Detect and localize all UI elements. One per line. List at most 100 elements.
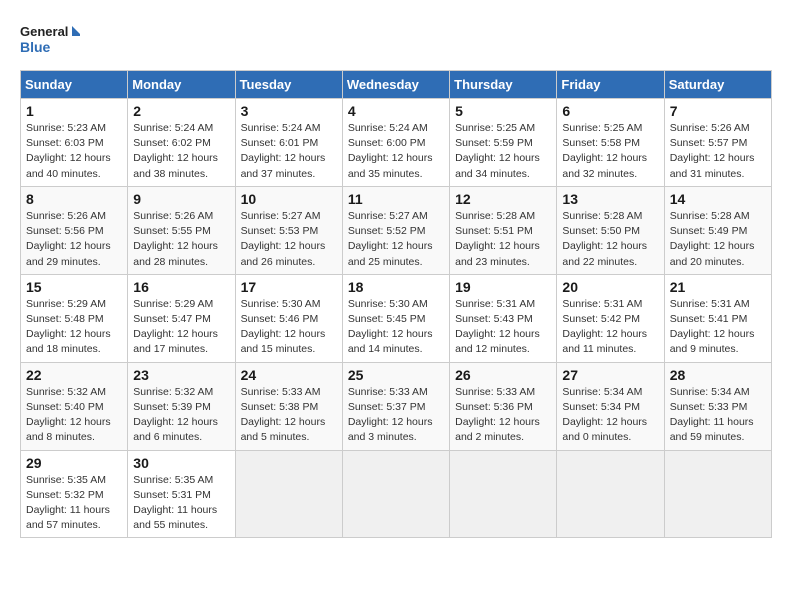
calendar-cell: 5 Sunrise: 5:25 AM Sunset: 5:59 PM Daylig… [450,99,557,187]
day-number: 8 [26,191,122,207]
day-number: 17 [241,279,337,295]
day-info: Sunrise: 5:33 AM Sunset: 5:37 PM Dayligh… [348,385,444,446]
calendar-cell [557,450,664,538]
day-info: Sunrise: 5:25 AM Sunset: 5:58 PM Dayligh… [562,121,658,182]
day-info: Sunrise: 5:34 AM Sunset: 5:34 PM Dayligh… [562,385,658,446]
calendar-week-row: 29 Sunrise: 5:35 AM Sunset: 5:32 PM Dayli… [21,450,772,538]
day-number: 9 [133,191,229,207]
weekday-header-saturday: Saturday [664,71,771,99]
day-number: 12 [455,191,551,207]
calendar-cell: 20 Sunrise: 5:31 AM Sunset: 5:42 PM Dayli… [557,274,664,362]
day-number: 29 [26,455,122,471]
day-number: 16 [133,279,229,295]
calendar-cell: 18Sunrise: 5:30 AM Sunset: 5:45 PM Dayli… [342,274,449,362]
calendar-week-row: 15 Sunrise: 5:29 AM Sunset: 5:48 PM Dayli… [21,274,772,362]
day-number: 20 [562,279,658,295]
day-info: Sunrise: 5:32 AM Sunset: 5:39 PM Dayligh… [133,385,229,446]
calendar-cell: 19Sunrise: 5:31 AM Sunset: 5:43 PM Dayli… [450,274,557,362]
day-info: Sunrise: 5:35 AM Sunset: 5:32 PM Dayligh… [26,473,122,534]
calendar-cell [664,450,771,538]
day-number: 4 [348,103,444,119]
calendar-cell: 29 Sunrise: 5:35 AM Sunset: 5:32 PM Dayli… [21,450,128,538]
day-number: 22 [26,367,122,383]
day-info: Sunrise: 5:29 AM Sunset: 5:48 PM Dayligh… [26,297,122,358]
page-header: General Blue [20,20,772,60]
day-number: 6 [562,103,658,119]
day-number: 10 [241,191,337,207]
day-number: 5 [455,103,551,119]
calendar-cell: 14 Sunrise: 5:28 AM Sunset: 5:49 PM Dayli… [664,186,771,274]
calendar-cell: 3 Sunrise: 5:24 AM Sunset: 6:01 PM Daylig… [235,99,342,187]
day-info: Sunrise: 5:24 AM Sunset: 6:01 PM Dayligh… [241,121,337,182]
calendar-cell: 27Sunrise: 5:34 AM Sunset: 5:34 PM Dayli… [557,362,664,450]
calendar-cell: 21 Sunrise: 5:31 AM Sunset: 5:41 PM Dayli… [664,274,771,362]
calendar-cell: 28 Sunrise: 5:34 AM Sunset: 5:33 PM Dayli… [664,362,771,450]
day-number: 3 [241,103,337,119]
calendar-cell: 10 Sunrise: 5:27 AM Sunset: 5:53 PM Dayli… [235,186,342,274]
calendar-cell: 24 Sunrise: 5:33 AM Sunset: 5:38 PM Dayli… [235,362,342,450]
svg-text:Blue: Blue [20,39,51,55]
day-info: Sunrise: 5:27 AM Sunset: 5:53 PM Dayligh… [241,209,337,270]
day-number: 26 [455,367,551,383]
weekday-header-row: SundayMondayTuesdayWednesdayThursdayFrid… [21,71,772,99]
day-info: Sunrise: 5:29 AM Sunset: 5:47 PM Dayligh… [133,297,229,358]
calendar-cell: 13 Sunrise: 5:28 AM Sunset: 5:50 PM Dayli… [557,186,664,274]
day-info: Sunrise: 5:32 AM Sunset: 5:40 PM Dayligh… [26,385,122,446]
day-number: 18 [348,279,444,295]
day-number: 14 [670,191,766,207]
calendar-week-row: 8 Sunrise: 5:26 AM Sunset: 5:56 PM Daylig… [21,186,772,274]
day-info: Sunrise: 5:31 AM Sunset: 5:43 PM Dayligh… [455,297,551,358]
calendar-cell: 16 Sunrise: 5:29 AM Sunset: 5:47 PM Dayli… [128,274,235,362]
day-info: Sunrise: 5:30 AM Sunset: 5:46 PM Dayligh… [241,297,337,358]
day-number: 13 [562,191,658,207]
day-info: Sunrise: 5:27 AM Sunset: 5:52 PM Dayligh… [348,209,444,270]
calendar-cell [342,450,449,538]
day-number: 11 [348,191,444,207]
calendar-cell: 11 Sunrise: 5:27 AM Sunset: 5:52 PM Dayli… [342,186,449,274]
day-number: 7 [670,103,766,119]
day-info: Sunrise: 5:26 AM Sunset: 5:56 PM Dayligh… [26,209,122,270]
calendar-cell: 1Sunrise: 5:23 AM Sunset: 6:03 PM Daylig… [21,99,128,187]
calendar-week-row: 22 Sunrise: 5:32 AM Sunset: 5:40 PM Dayli… [21,362,772,450]
calendar-week-row: 1Sunrise: 5:23 AM Sunset: 6:03 PM Daylig… [21,99,772,187]
weekday-header-thursday: Thursday [450,71,557,99]
logo: General Blue [20,20,80,60]
calendar-cell: 9 Sunrise: 5:26 AM Sunset: 5:55 PM Daylig… [128,186,235,274]
day-info: Sunrise: 5:33 AM Sunset: 5:38 PM Dayligh… [241,385,337,446]
day-info: Sunrise: 5:24 AM Sunset: 6:00 PM Dayligh… [348,121,444,182]
day-info: Sunrise: 5:35 AM Sunset: 5:31 PM Dayligh… [133,473,229,534]
day-number: 28 [670,367,766,383]
calendar-cell: 23 Sunrise: 5:32 AM Sunset: 5:39 PM Dayli… [128,362,235,450]
day-info: Sunrise: 5:28 AM Sunset: 5:50 PM Dayligh… [562,209,658,270]
calendar-cell: 22 Sunrise: 5:32 AM Sunset: 5:40 PM Dayli… [21,362,128,450]
calendar-cell: 12 Sunrise: 5:28 AM Sunset: 5:51 PM Dayli… [450,186,557,274]
day-info: Sunrise: 5:26 AM Sunset: 5:55 PM Dayligh… [133,209,229,270]
day-number: 25 [348,367,444,383]
calendar-cell: 6 Sunrise: 5:25 AM Sunset: 5:58 PM Daylig… [557,99,664,187]
day-info: Sunrise: 5:26 AM Sunset: 5:57 PM Dayligh… [670,121,766,182]
weekday-header-friday: Friday [557,71,664,99]
calendar-cell: 17 Sunrise: 5:30 AM Sunset: 5:46 PM Dayli… [235,274,342,362]
day-number: 21 [670,279,766,295]
calendar-cell: 7 Sunrise: 5:26 AM Sunset: 5:57 PM Daylig… [664,99,771,187]
day-info: Sunrise: 5:34 AM Sunset: 5:33 PM Dayligh… [670,385,766,446]
calendar-cell: 15 Sunrise: 5:29 AM Sunset: 5:48 PM Dayli… [21,274,128,362]
weekday-header-tuesday: Tuesday [235,71,342,99]
day-info: Sunrise: 5:33 AM Sunset: 5:36 PM Dayligh… [455,385,551,446]
day-info: Sunrise: 5:31 AM Sunset: 5:42 PM Dayligh… [562,297,658,358]
day-info: Sunrise: 5:28 AM Sunset: 5:49 PM Dayligh… [670,209,766,270]
calendar-table: SundayMondayTuesdayWednesdayThursdayFrid… [20,70,772,538]
day-number: 15 [26,279,122,295]
day-info: Sunrise: 5:28 AM Sunset: 5:51 PM Dayligh… [455,209,551,270]
logo-svg: General Blue [20,20,80,60]
weekday-header-wednesday: Wednesday [342,71,449,99]
day-number: 30 [133,455,229,471]
day-number: 24 [241,367,337,383]
day-info: Sunrise: 5:31 AM Sunset: 5:41 PM Dayligh… [670,297,766,358]
svg-text:General: General [20,24,68,39]
weekday-header-monday: Monday [128,71,235,99]
day-info: Sunrise: 5:23 AM Sunset: 6:03 PM Dayligh… [26,121,122,182]
day-number: 23 [133,367,229,383]
day-info: Sunrise: 5:25 AM Sunset: 5:59 PM Dayligh… [455,121,551,182]
calendar-cell: 8 Sunrise: 5:26 AM Sunset: 5:56 PM Daylig… [21,186,128,274]
